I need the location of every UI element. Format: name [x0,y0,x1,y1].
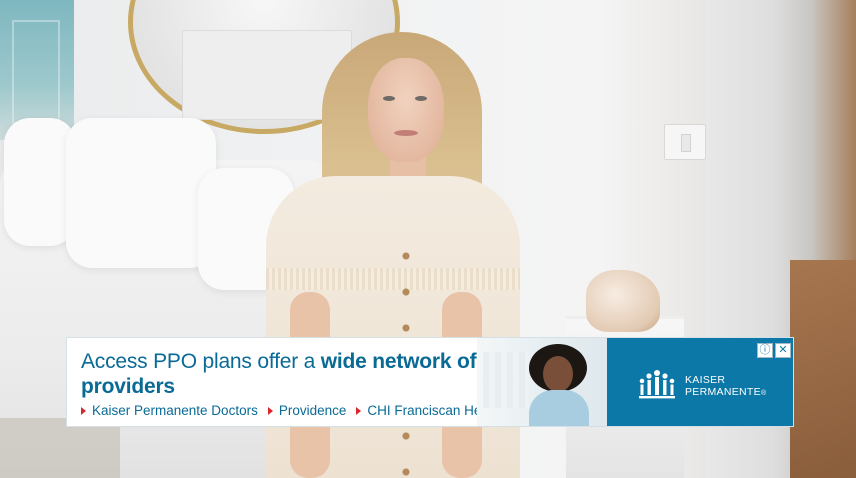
ad-headline[interactable]: Access PPO plans offer a wide network of… [81,349,481,399]
kaiser-brand-panel[interactable]: KAISER PERMANENTE® ⓘ ✕ [607,338,793,426]
overlay-ad-banner[interactable]: Access PPO plans offer a wide network of… [66,337,794,427]
rug [0,418,120,478]
arrow-right-icon [81,406,86,415]
adchoices: ⓘ ✕ [757,343,791,358]
brand-line-1: KAISER [685,374,726,386]
person-face [368,58,444,162]
ad-link-label: Kaiser Permanente Doctors [92,403,258,418]
brand-line-2: PERMANENTE [685,386,761,398]
registered-mark: ® [760,390,767,397]
ad-link-kaiser-doctors[interactable]: Kaiser Permanente Doctors [81,403,258,418]
kaiser-permanente-logo-icon [639,370,675,399]
ad-person-face [543,356,573,392]
ad-headline-regular: Access PPO plans offer a [81,350,321,373]
ad-info-icon[interactable]: ⓘ [757,343,773,358]
ad-close-icon[interactable]: ✕ [775,343,791,358]
light-switch [664,124,706,160]
ad-link-label: Providence [278,403,347,418]
ad-link-providence[interactable]: Providence [267,403,347,418]
wood-floor [790,260,856,478]
cushion [66,118,216,268]
kaiser-wordmark: KAISER PERMANENTE® [685,374,766,400]
ad-links: Kaiser Permanente Doctors Providence CHI… [81,403,503,418]
seashell-decor [586,270,660,332]
arrow-right-icon [267,406,273,415]
ad-person-body [529,390,589,426]
arrow-right-icon [356,406,362,415]
